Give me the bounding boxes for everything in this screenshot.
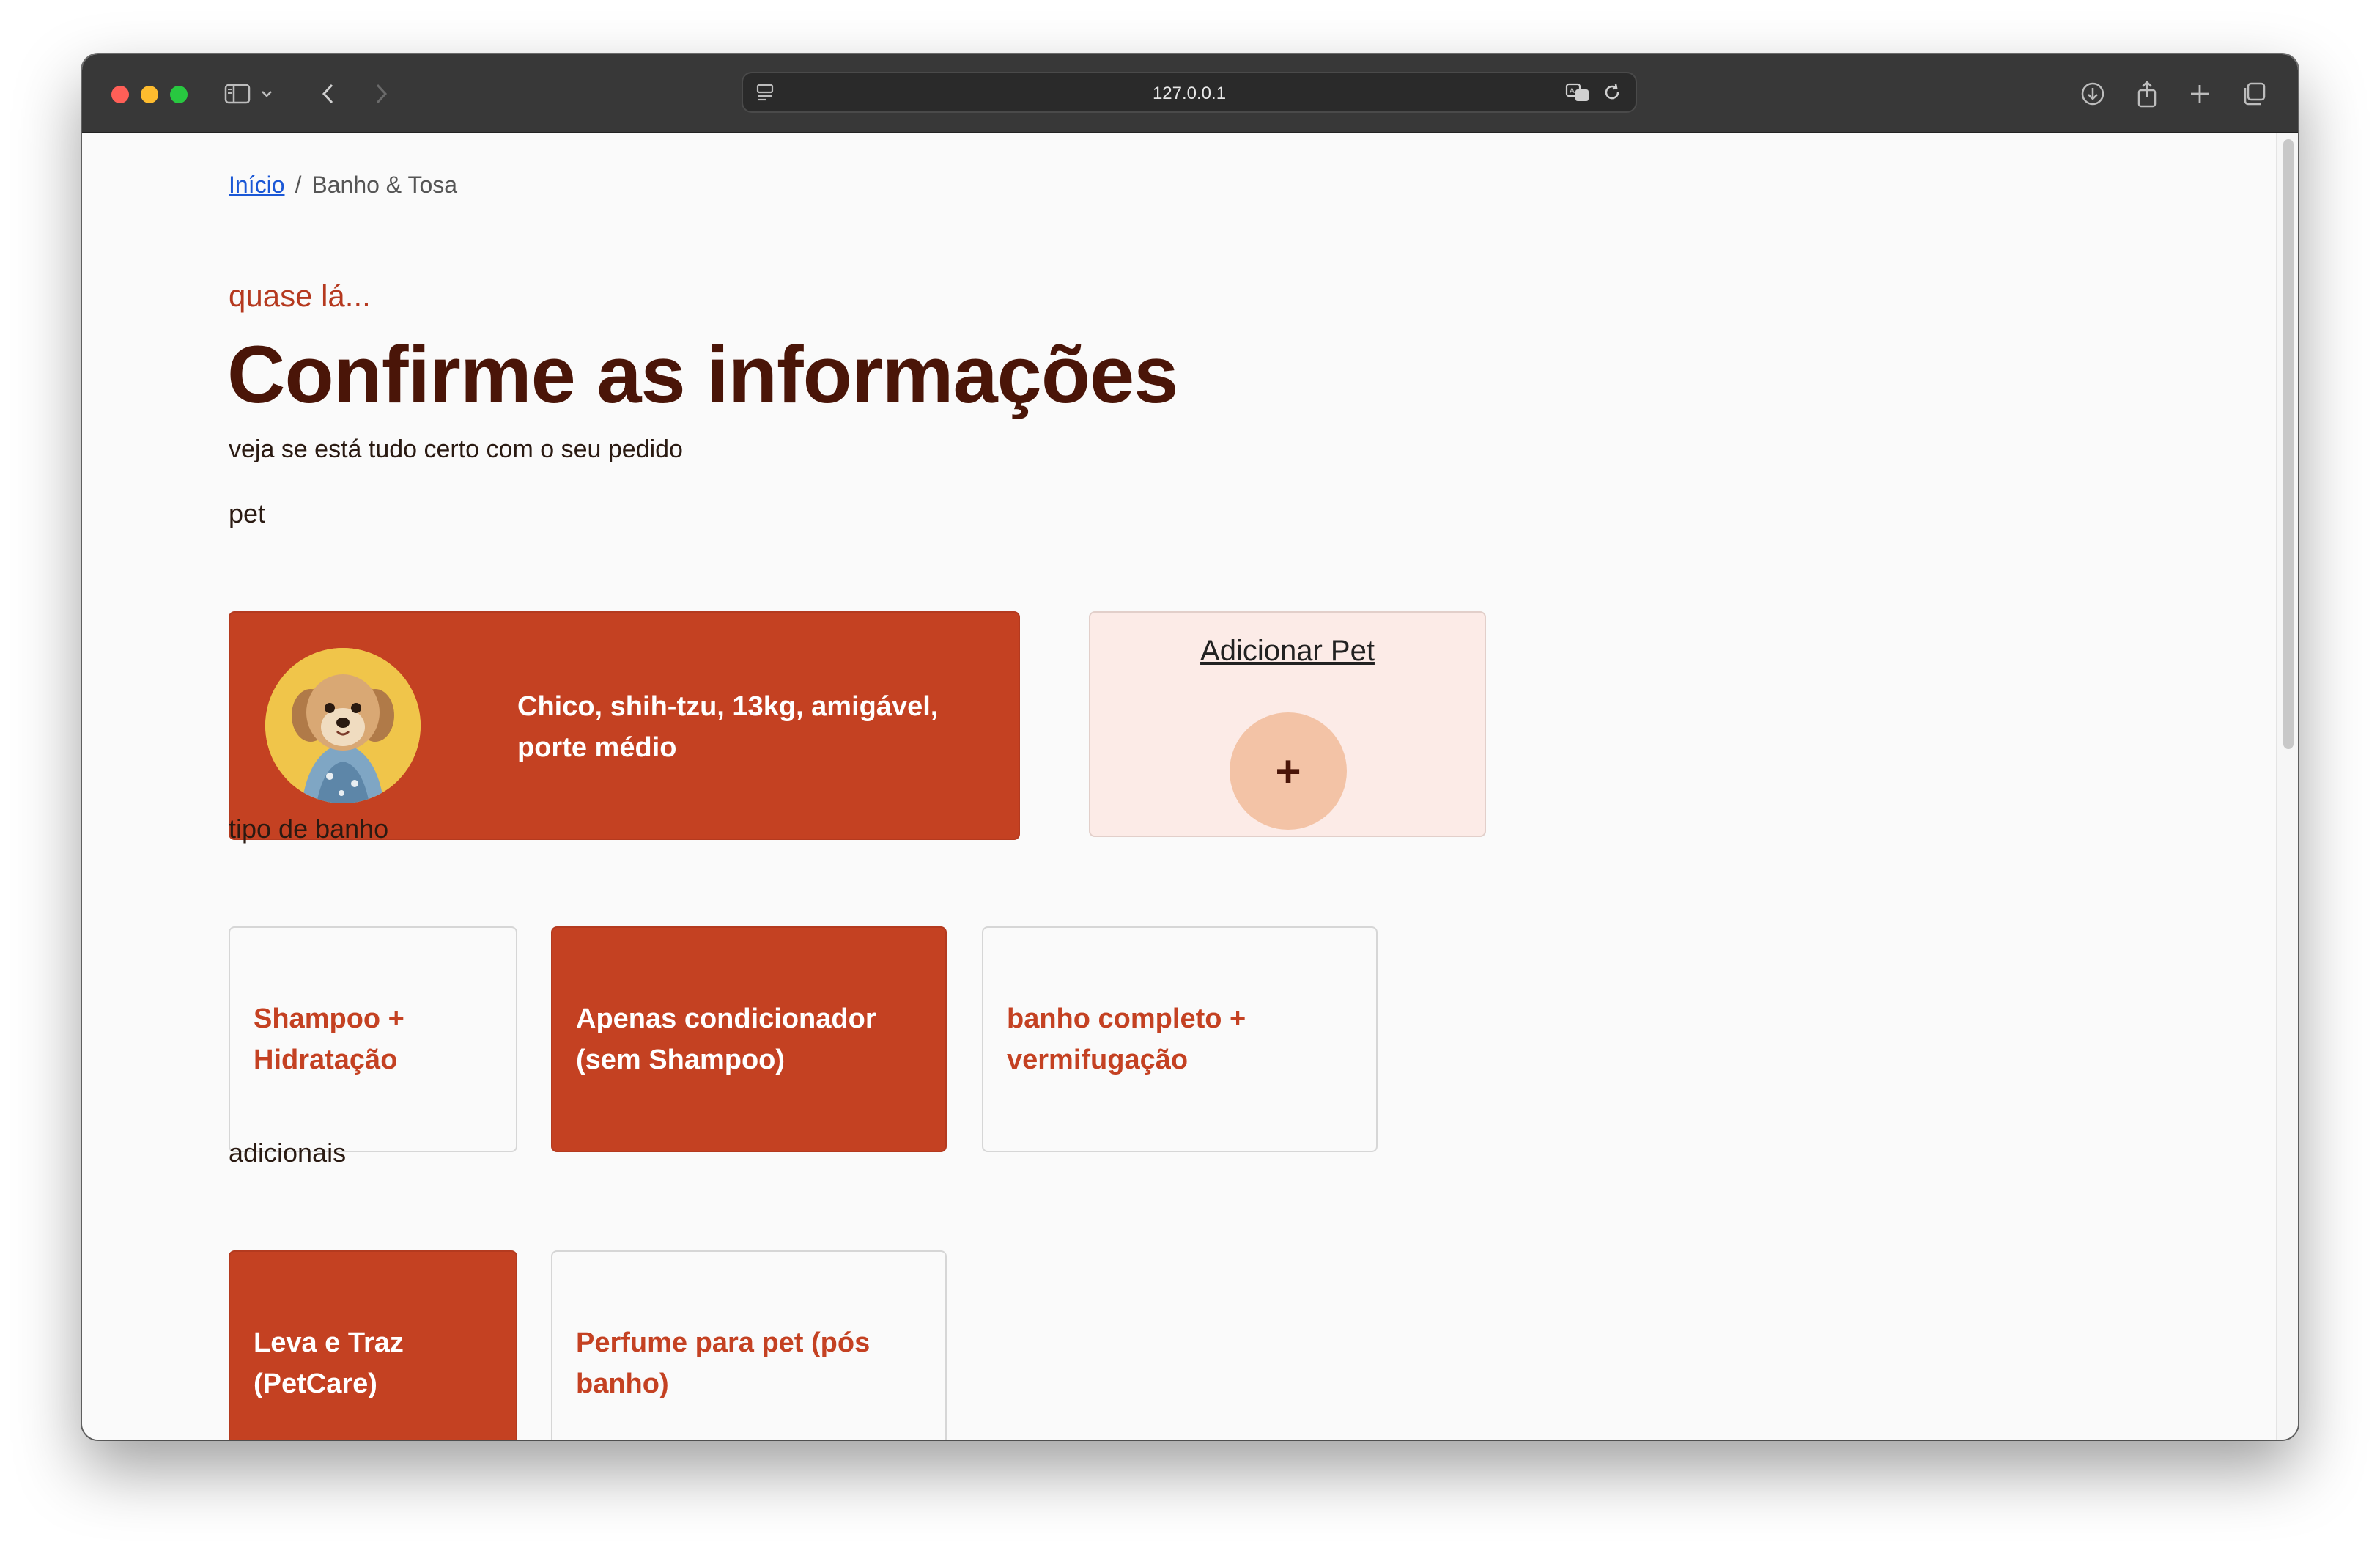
minimize-window-button[interactable] [141,86,158,103]
add-pet-link[interactable]: Adicionar Pet [1090,635,1485,668]
breadcrumb: Início / Banho & Tosa [229,172,457,199]
browser-toolbar: 127.0.0.1 A [82,54,2298,133]
dog-photo-icon [265,648,421,803]
forward-icon[interactable] [365,78,397,110]
extras-section-label: adicionais [229,1138,347,1168]
bath-option-banho-completo[interactable]: banho completo + vermifugação [982,926,1378,1152]
scrollbar[interactable] [2276,133,2298,1440]
bath-section-label: tipo de banho [229,814,389,844]
breadcrumb-separator: / [295,172,302,198]
downloads-icon[interactable] [2077,78,2109,110]
page-title: Confirme as informações [227,330,1178,420]
selected-pet-card[interactable]: Chico, shih-tzu, 13kg, amigável, porte m… [229,611,1020,840]
extra-option-leva-e-traz[interactable]: Leva e Traz (PetCare) [229,1250,517,1440]
bath-option-label: Shampoo + Hidratação [254,1003,404,1075]
pet-description: Chico, shih-tzu, 13kg, amigável, porte m… [517,691,939,763]
bath-option-shampoo-hidratacao[interactable]: Shampoo + Hidratação [229,926,517,1152]
url-text: 127.0.0.1 [1152,84,1227,103]
reload-icon[interactable] [1602,82,1622,106]
add-pet-button[interactable]: + [1230,712,1347,830]
page-content: Início / Banho & Tosa quase lá... Confirme… [82,133,2298,1440]
address-bar[interactable]: 127.0.0.1 A [742,72,1637,113]
scrollbar-thumb[interactable] [2283,139,2294,749]
share-icon[interactable] [2131,78,2163,110]
bath-option-label: Apenas condicionador (sem Shampoo) [576,1003,876,1075]
add-pet-card[interactable]: Adicionar Pet + [1089,611,1486,837]
close-window-button[interactable] [111,86,129,103]
chevron-down-icon[interactable] [256,78,277,110]
extra-option-label: Perfume para pet (pós banho) [576,1327,871,1399]
browser-window: 127.0.0.1 A Início / Banho & Tosa quase lá… [82,54,2298,1440]
breadcrumb-current: Banho & Tosa [311,172,458,198]
extra-option-label: Leva e Traz (PetCare) [254,1327,404,1399]
tab-overview-icon[interactable] [2238,78,2270,110]
pet-avatar [265,648,421,803]
svg-text:A: A [1570,87,1575,95]
sidebar-toggle-icon[interactable] [221,78,254,110]
new-tab-icon[interactable] [2184,78,2216,110]
bath-option-label: banho completo + vermifugação [1007,1003,1246,1075]
bath-option-apenas-condicionador[interactable]: Apenas condicionador (sem Shampoo) [551,926,947,1152]
translate-icon[interactable]: A [1565,82,1592,106]
zoom-window-button[interactable] [170,86,188,103]
back-icon[interactable] [312,78,344,110]
pet-section-label: pet [229,498,266,528]
extra-option-perfume[interactable]: Perfume para pet (pós banho) [551,1250,947,1440]
page-subtitle: veja se está tudo certo com o seu pedido [229,435,683,463]
breadcrumb-home-link[interactable]: Início [229,172,284,198]
page-eyebrow: quase lá... [229,279,371,313]
plus-icon: + [1275,746,1301,796]
